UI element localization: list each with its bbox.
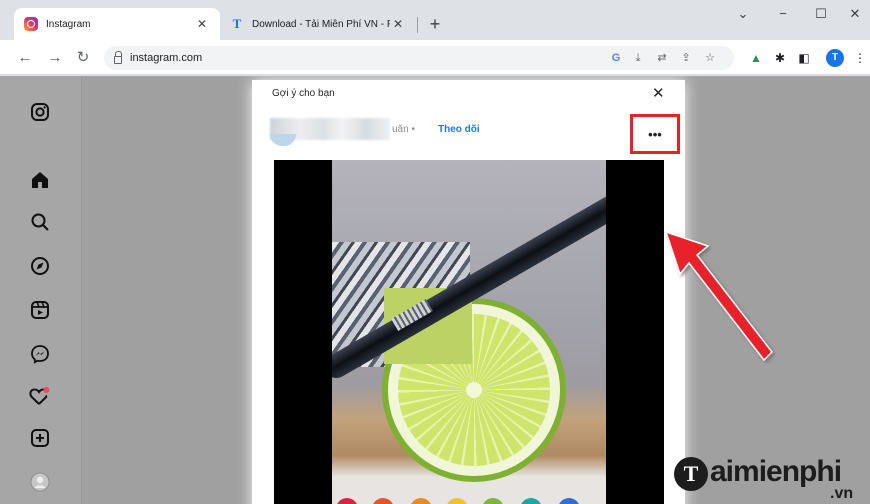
instagram-icon bbox=[24, 17, 38, 31]
tab-title: Download - Tải Miễn Phí VN - Ph bbox=[252, 18, 390, 30]
sidebar bbox=[0, 76, 82, 504]
taimienphi-watermark: T aimienphi .vn bbox=[672, 455, 864, 503]
home-icon[interactable] bbox=[28, 168, 52, 192]
notifications-heart-icon[interactable] bbox=[28, 384, 52, 408]
minimize-button[interactable]: − bbox=[768, 6, 798, 21]
modal-title: Gợi ý cho bạn bbox=[272, 88, 335, 99]
drive-icon[interactable]: ▲ bbox=[748, 50, 764, 66]
avatar[interactable] bbox=[270, 134, 296, 146]
reels-icon[interactable] bbox=[28, 298, 52, 322]
profile-icon[interactable] bbox=[28, 470, 52, 494]
messenger-icon[interactable] bbox=[28, 342, 52, 366]
maximize-button[interactable]: ☐ bbox=[806, 6, 836, 22]
tab-strip: Instagram ✕ T Download - Tải Miễn Phí VN… bbox=[0, 0, 870, 40]
url-text[interactable]: instagram.com bbox=[130, 52, 202, 64]
lime-artwork bbox=[332, 160, 606, 504]
more-options-button[interactable]: ••• bbox=[630, 114, 680, 154]
instagram-logo-icon[interactable] bbox=[28, 100, 52, 124]
lock-icon[interactable] bbox=[114, 50, 122, 64]
close-icon[interactable]: ✕ bbox=[652, 84, 665, 102]
suggestions-modal: Gợi ý cho bạn ✕ uăn • Theo dõi ••• bbox=[252, 80, 685, 504]
post-image[interactable] bbox=[274, 160, 664, 504]
crayons bbox=[332, 482, 606, 504]
tab-title: Instagram bbox=[46, 18, 91, 30]
profile-avatar[interactable]: T bbox=[826, 49, 844, 67]
browser-toolbar: ← → ↻ instagram.com G ⤓ ⇄ ⇪ ☆ ▲ ✱ ◧ T ⋮ bbox=[0, 40, 870, 75]
sidepanel-icon[interactable]: ◧ bbox=[796, 50, 812, 66]
star-icon[interactable]: ☆ bbox=[702, 50, 718, 66]
close-icon[interactable]: ✕ bbox=[390, 17, 406, 31]
search-icon[interactable] bbox=[28, 210, 52, 234]
google-icon[interactable]: G bbox=[608, 50, 624, 66]
new-tab-button[interactable]: + bbox=[424, 14, 446, 36]
t-letter-icon: T bbox=[232, 16, 242, 31]
close-window-button[interactable]: ✕ bbox=[840, 6, 870, 22]
close-icon[interactable]: ✕ bbox=[194, 17, 210, 31]
red-arrow-annotation bbox=[664, 230, 773, 362]
share-icon[interactable]: ⇪ bbox=[678, 50, 694, 66]
create-icon[interactable] bbox=[28, 426, 52, 450]
watermark-name: aimienphi bbox=[710, 455, 842, 488]
translate-icon[interactable]: ⇄ bbox=[654, 50, 670, 66]
instagram-page: Gợi ý cho bạn ✕ uăn • Theo dõi ••• bbox=[0, 76, 870, 504]
menu-icon[interactable]: ⋮ bbox=[852, 50, 868, 66]
follow-button[interactable]: Theo dõi bbox=[438, 124, 480, 135]
tab-download[interactable]: T Download - Tải Miễn Phí VN - Ph ✕ bbox=[220, 8, 416, 40]
tab-search-button[interactable]: ⌄ bbox=[728, 6, 758, 22]
back-arrow-icon[interactable]: ← bbox=[14, 47, 36, 69]
username-text[interactable]: uăn • bbox=[392, 124, 415, 135]
reload-icon[interactable]: ↻ bbox=[72, 47, 94, 69]
tab-separator bbox=[417, 17, 418, 33]
watermark-domain: .vn bbox=[830, 485, 854, 502]
download-icon[interactable]: ⤓ bbox=[630, 50, 646, 66]
watermark-logo: T bbox=[674, 457, 708, 491]
more-options-icon: ••• bbox=[648, 126, 662, 142]
puzzle-icon[interactable]: ✱ bbox=[772, 50, 788, 66]
tab-instagram[interactable]: Instagram ✕ bbox=[14, 8, 220, 40]
forward-arrow-icon[interactable]: → bbox=[44, 47, 66, 69]
explore-icon[interactable] bbox=[28, 254, 52, 278]
